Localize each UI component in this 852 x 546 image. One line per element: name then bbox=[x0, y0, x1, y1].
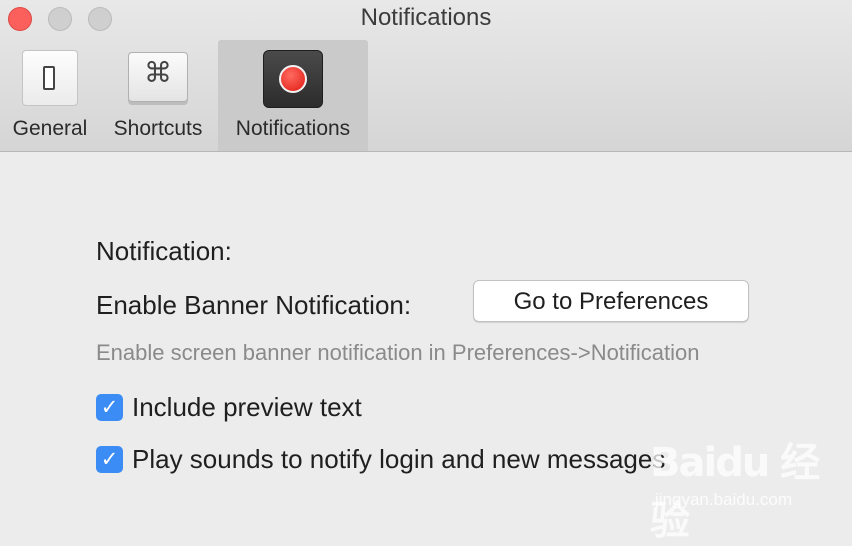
tab-label: General bbox=[12, 117, 88, 140]
tab-shortcuts[interactable]: ⌘ Shortcuts bbox=[100, 40, 216, 151]
play-sounds-checkbox[interactable]: ✓ bbox=[96, 446, 123, 473]
include-preview-checkbox[interactable]: ✓ bbox=[96, 394, 123, 421]
include-preview-label[interactable]: Include preview text bbox=[132, 392, 362, 423]
tab-general[interactable]: General bbox=[2, 40, 98, 151]
tab-label: Notifications bbox=[235, 117, 351, 140]
watermark-url: jingyan.baidu.com bbox=[655, 490, 793, 509]
watermark-logo: Baidu 经验 bbox=[650, 440, 820, 544]
tab-label: Shortcuts bbox=[113, 117, 203, 140]
banner-hint-text: Enable screen banner notification in Pre… bbox=[96, 340, 700, 365]
section-heading: Notification: bbox=[96, 236, 232, 266]
play-sounds-label[interactable]: Play sounds to notify login and new mess… bbox=[132, 444, 665, 475]
tab-notifications[interactable]: Notifications bbox=[218, 40, 368, 151]
go-to-preferences-button[interactable]: Go to Preferences bbox=[473, 280, 749, 322]
banner-notification-label: Enable Banner Notification: bbox=[96, 290, 412, 320]
window-title: Notifications bbox=[360, 4, 492, 31]
command-key-icon: ⌘ bbox=[128, 52, 188, 102]
record-icon bbox=[263, 50, 323, 108]
title-toolbar: Notifications General ⌘ Shortcuts Notifi… bbox=[0, 0, 852, 152]
preferences-window: Notifications General ⌘ Shortcuts Notifi… bbox=[0, 0, 852, 544]
toggle-switch-icon bbox=[22, 50, 78, 106]
